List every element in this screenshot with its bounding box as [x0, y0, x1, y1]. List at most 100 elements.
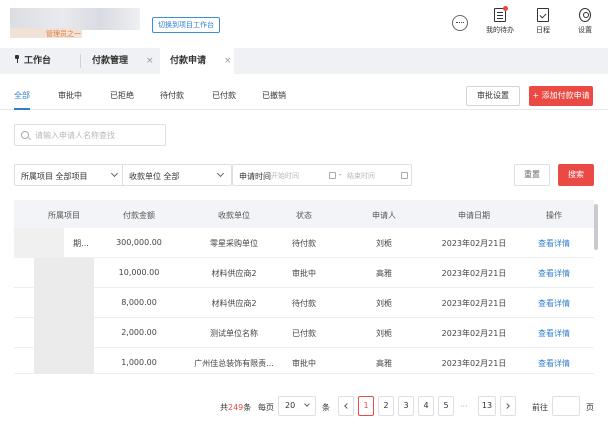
page-5-button[interactable]: 5 [438, 396, 454, 416]
message-icon[interactable] [452, 15, 468, 31]
project-select[interactable]: 所属项目 全部项目 [14, 164, 126, 186]
payee-select[interactable]: 收款单位 全部 [122, 164, 232, 186]
goto-suffix: 页 [586, 403, 594, 412]
switch-workspace-button[interactable]: 切换到项目工作台 [152, 17, 220, 33]
table-row: 1,000.00 广州佳总装饰有限责... 审批中 高雅 2023年02月21日… [14, 348, 594, 374]
reset-button[interactable]: 重置 [514, 164, 550, 186]
search-button[interactable]: 搜索 [558, 164, 594, 186]
per-page-value: 20 [285, 401, 296, 410]
cell-status: 审批中 [292, 359, 316, 368]
cell-project: 期... [73, 239, 89, 248]
cell-date: 2023年02月21日 [441, 329, 507, 338]
date-separator: - [339, 171, 342, 179]
calendar-icon [329, 172, 336, 179]
prev-page-button[interactable] [338, 396, 354, 416]
company-logo [10, 8, 140, 30]
pin-icon [14, 55, 20, 63]
view-details-link[interactable]: 查看详情 [514, 358, 594, 369]
project-filter-label: 所属项目 [21, 172, 53, 181]
schedule-label: 日程 [536, 26, 550, 34]
chevron-left-icon [344, 403, 350, 409]
tab-label: 付款管理 [92, 56, 129, 66]
project-filter-value: 全部项目 [55, 172, 88, 181]
cell-amount: 10,000.00 [118, 268, 160, 277]
pagination: 共249条 每页 20 条 1 2 3 4 5 ··· 13 前往 页 [0, 396, 608, 418]
chevron-down-icon [110, 169, 119, 178]
search-input[interactable] [35, 128, 161, 142]
col-action: 操作 [546, 211, 562, 220]
payee-filter-value: 全部 [163, 172, 180, 181]
table-row: 2,000.00 测试单位名称 已付款 刘栀 2023年02月21日 查看详情 [14, 318, 594, 348]
cell-applicant: 刘栀 [376, 239, 392, 248]
next-page-button[interactable] [500, 396, 516, 416]
cell-amount: 300,000.00 [116, 238, 162, 247]
cell-status: 已付款 [292, 329, 316, 338]
redacted-cell [34, 258, 94, 288]
goto-label: 前往 [532, 403, 548, 412]
cell-amount: 1,000.00 [121, 358, 157, 367]
add-payment-request-button[interactable]: + 添加付款申请 [529, 86, 593, 106]
view-details-link[interactable]: 查看详情 [514, 328, 594, 339]
user-role-label: 管理员之一 [46, 30, 81, 38]
page-1-button[interactable]: 1 [358, 396, 374, 416]
cell-status: 待付款 [292, 299, 316, 308]
close-icon[interactable]: × [146, 56, 154, 66]
approval-settings-button[interactable]: 审批设置 [466, 86, 520, 106]
tab-label: 工作台 [24, 56, 52, 66]
status-tab-paid[interactable]: 已付款 [212, 90, 236, 101]
redacted-cell [34, 288, 94, 318]
my-todo-button[interactable]: 我的待办 [486, 6, 514, 35]
redacted-cell [34, 348, 94, 374]
redacted-cell [14, 228, 64, 258]
cell-date: 2023年02月21日 [441, 239, 507, 248]
total-count: 共249条 [220, 403, 252, 412]
status-tab-rejected[interactable]: 已拒绝 [110, 90, 134, 101]
per-page-label: 每页 [258, 403, 274, 412]
per-page-suffix: 条 [322, 403, 330, 412]
date-end-input[interactable]: 结束时间 [347, 171, 375, 181]
cell-applicant: 高雅 [376, 269, 392, 278]
search-icon [21, 131, 29, 139]
status-tab-in-approval[interactable]: 审批中 [58, 90, 82, 101]
table-row: 10,000.00 材料供应商2 审批中 高雅 2023年02月21日 查看详情 [14, 258, 594, 288]
date-range-picker[interactable]: 申请时间 开始时间 - 结束时间 [232, 164, 412, 186]
settings-button[interactable]: 设置 [578, 8, 592, 35]
col-date: 申请日期 [458, 211, 490, 220]
cell-amount: 8,000.00 [121, 298, 157, 307]
table-scrollbar[interactable] [594, 204, 598, 250]
payee-filter-label: 收款单位 [129, 172, 161, 181]
col-applicant: 申请人 [372, 211, 396, 220]
status-tab-revoked[interactable]: 已撤销 [262, 90, 286, 101]
tab-payment-management[interactable]: 付款管理 × [82, 48, 160, 74]
calendar-icon [401, 172, 408, 179]
status-tab-pending-payment[interactable]: 待付款 [160, 90, 184, 101]
page-3-button[interactable]: 3 [398, 396, 414, 416]
schedule-button[interactable]: 日程 [536, 8, 550, 35]
view-details-link[interactable]: 查看详情 [514, 298, 594, 309]
tab-workbench[interactable]: 工作台 [4, 48, 78, 74]
page-2-button[interactable]: 2 [378, 396, 394, 416]
col-amount: 付款金额 [123, 211, 155, 220]
view-details-link[interactable]: 查看详情 [514, 268, 594, 279]
document-icon [494, 6, 508, 22]
page-4-button[interactable]: 4 [418, 396, 434, 416]
status-tab-all[interactable]: 全部 [14, 90, 30, 101]
per-page-select[interactable]: 20 [278, 396, 316, 416]
calendar-check-icon [537, 8, 549, 22]
cell-date: 2023年02月21日 [441, 299, 507, 308]
last-page-button[interactable]: 13 [478, 396, 496, 416]
goto-page-input[interactable] [552, 396, 580, 416]
close-icon[interactable]: × [224, 56, 232, 66]
tab-payment-request[interactable]: 付款申请 × [160, 48, 234, 74]
cell-status: 待付款 [292, 239, 316, 248]
cell-amount: 2,000.00 [121, 328, 157, 337]
view-details-link[interactable]: 查看详情 [514, 238, 594, 249]
page-ellipsis[interactable]: ··· [460, 402, 468, 411]
chevron-down-icon [304, 401, 310, 407]
chevron-right-icon [504, 403, 510, 409]
cell-applicant: 高雅 [376, 359, 392, 368]
table-header: 所属项目 付款金额 收款单位 状态 申请人 申请日期 操作 [14, 200, 594, 228]
date-start-input[interactable]: 开始时间 [271, 171, 299, 181]
cell-status: 审批中 [292, 269, 316, 278]
table-row: 8,000.00 材料供应商2 待付款 刘栀 2023年02月21日 查看详情 [14, 288, 594, 318]
